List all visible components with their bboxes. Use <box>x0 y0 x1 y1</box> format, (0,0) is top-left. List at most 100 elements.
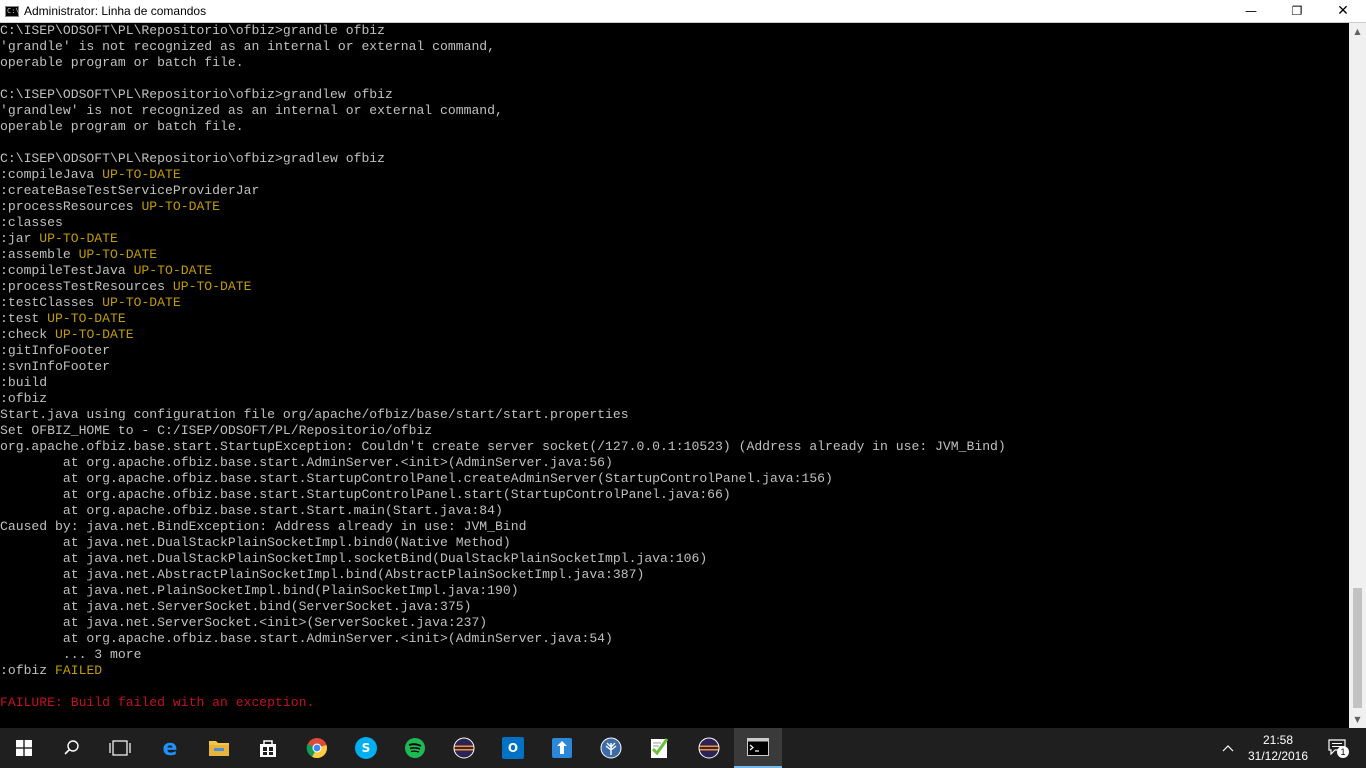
task-status: FAILED <box>55 663 103 678</box>
console-line-text: Start.java using configuration file org/… <box>0 407 629 422</box>
console-line-text: :testClasses <box>0 295 103 310</box>
taskbar-edge[interactable]: e <box>146 728 194 768</box>
close-button[interactable]: ✕ <box>1320 0 1366 23</box>
taskbar-spotify[interactable] <box>391 728 439 768</box>
task-status: UP-TO-DATE <box>47 311 126 326</box>
console-line: :gitInfoFooter <box>0 343 1349 359</box>
task-status: UP-TO-DATE <box>78 247 158 262</box>
console-line-text: org.apache.ofbiz.base.start.StartupExcep… <box>0 439 1006 454</box>
window-title: Administrator: Linha de comandos <box>24 4 207 18</box>
console-line-text: at java.net.ServerSocket.<init>(ServerSo… <box>0 615 488 630</box>
taskbar-eclipse-2[interactable] <box>685 728 733 768</box>
action-center-button[interactable]: 1 <box>1318 728 1358 768</box>
console-line-text: 'grandlew' is not recognized as an inter… <box>0 103 503 118</box>
eclipse-icon <box>453 737 475 759</box>
taskbar-chrome[interactable] <box>293 728 341 768</box>
console-line-text: Caused by: java.net.BindException: Addre… <box>0 519 527 534</box>
upload-icon <box>551 737 573 759</box>
task-status: UP-TO-DATE <box>102 167 181 182</box>
console-line-text: :ofbiz <box>0 391 48 406</box>
console-line: :assemble UP-TO-DATE <box>0 247 1349 263</box>
maximize-button[interactable]: ❐ <box>1274 0 1320 23</box>
taskbar-notepadpp[interactable] <box>636 728 684 768</box>
console-line-text: :jar <box>0 231 40 246</box>
minimize-button[interactable]: — <box>1228 0 1274 23</box>
console-line-text: C:\ISEP\ODSOFT\PL\Repositorio\ofbiz>grad… <box>0 151 386 166</box>
console-line-text: :test <box>0 311 48 326</box>
command-prompt-icon <box>747 738 769 756</box>
console-line-text: Set OFBIZ_HOME to - C:/ISEP/ODSOFT/PL/Re… <box>0 423 433 438</box>
scroll-up-icon[interactable]: ▲ <box>1349 23 1366 40</box>
console-line: at java.net.ServerSocket.<init>(ServerSo… <box>0 615 1349 631</box>
console-line-text: operable program or batch file. <box>0 119 244 134</box>
console-line: Set OFBIZ_HOME to - C:/ISEP/ODSOFT/PL/Re… <box>0 423 1349 439</box>
console-line: org.apache.ofbiz.base.start.StartupExcep… <box>0 439 1349 455</box>
console-line: Start.java using configuration file org/… <box>0 407 1349 423</box>
console-line: at java.net.DualStackPlainSocketImpl.bin… <box>0 535 1349 551</box>
console-line: at org.apache.ofbiz.base.start.Start.mai… <box>0 503 1349 519</box>
taskbar-outlook[interactable]: O <box>489 728 537 768</box>
task-status: UP-TO-DATE <box>55 327 134 342</box>
sourcetree-icon <box>600 737 622 759</box>
console-line: 'grandlew' is not recognized as an inter… <box>0 103 1349 119</box>
console-line-text: :processTestResources <box>0 279 173 294</box>
taskbar-skype[interactable]: S <box>342 728 390 768</box>
console-line: at org.apache.ofbiz.base.start.StartupCo… <box>0 487 1349 503</box>
vertical-scrollbar[interactable]: ▲ ▼ <box>1349 23 1366 728</box>
tray-overflow-chevron-icon[interactable] <box>1216 728 1240 768</box>
console-line-text: :createBaseTestServiceProviderJar <box>0 183 260 198</box>
console-line-text: 'grandle' is not recognized as an intern… <box>0 39 496 54</box>
console-line: :testClasses UP-TO-DATE <box>0 295 1349 311</box>
console-line-text: :check <box>0 327 56 342</box>
taskbar-store[interactable] <box>244 728 292 768</box>
start-button[interactable] <box>0 728 48 768</box>
console-line: C:\ISEP\ODSOFT\PL\Repositorio\ofbiz>gran… <box>0 23 1349 39</box>
console-line-text: :svnInfoFooter <box>0 359 111 374</box>
clock-date: 31/12/2016 <box>1247 749 1309 763</box>
folder-icon <box>208 739 230 757</box>
console-line-text: at org.apache.ofbiz.base.start.StartupCo… <box>0 471 833 486</box>
console-line: at java.net.PlainSocketImpl.bind(PlainSo… <box>0 583 1349 599</box>
task-view-button[interactable] <box>96 728 144 768</box>
console-line: :processTestResources UP-TO-DATE <box>0 279 1349 295</box>
console-line: :check UP-TO-DATE <box>0 327 1349 343</box>
console-line: ... 3 more <box>0 647 1349 663</box>
task-status: UP-TO-DATE <box>141 199 221 214</box>
scroll-down-icon[interactable]: ▼ <box>1349 711 1366 728</box>
console-line: :classes <box>0 215 1349 231</box>
console-line-text: at java.net.DualStackPlainSocketImpl.bin… <box>0 535 511 550</box>
console-line: :compileJava UP-TO-DATE <box>0 167 1349 183</box>
search-button[interactable] <box>48 728 96 768</box>
console-line: :createBaseTestServiceProviderJar <box>0 183 1349 199</box>
taskbar-sourcetree[interactable] <box>587 728 635 768</box>
task-status: UP-TO-DATE <box>172 279 252 294</box>
console-line: operable program or batch file. <box>0 55 1349 71</box>
task-status: UP-TO-DATE <box>39 231 118 246</box>
console-line: FAILURE: Build failed with an exception. <box>0 695 1349 711</box>
taskbar: 21:58 31/12/2016 1 e S O <box>0 728 1366 768</box>
console-line: at org.apache.ofbiz.base.start.AdminServ… <box>0 631 1349 647</box>
console-line: :test UP-TO-DATE <box>0 311 1349 327</box>
console-line: at org.apache.ofbiz.base.start.AdminServ… <box>0 455 1349 471</box>
scrollbar-thumb[interactable] <box>1353 588 1362 708</box>
console-output[interactable]: C:\ISEP\ODSOFT\PL\Repositorio\ofbiz>gran… <box>0 23 1349 728</box>
taskbar-clock[interactable]: 21:58 31/12/2016 <box>1240 732 1316 764</box>
taskbar-eclipse[interactable] <box>440 728 488 768</box>
console-line-text: :processResources <box>0 199 142 214</box>
console-line-text: at org.apache.ofbiz.base.start.Start.mai… <box>0 503 503 518</box>
console-line-text: ... 3 more <box>0 647 142 662</box>
eclipse-icon <box>698 737 720 759</box>
window-title-bar[interactable]: C:\ Administrator: Linha de comandos — ❐… <box>0 0 1366 23</box>
console-line: :processResources UP-TO-DATE <box>0 199 1349 215</box>
task-status: UP-TO-DATE <box>102 295 181 310</box>
build-failure-message: FAILURE: Build failed with an exception. <box>0 695 315 710</box>
console-line: Caused by: java.net.BindException: Addre… <box>0 519 1349 535</box>
taskbar-upload-app[interactable] <box>538 728 586 768</box>
console-line-text: :compileTestJava <box>0 263 134 278</box>
taskbar-file-explorer[interactable] <box>195 728 243 768</box>
taskbar-cmd[interactable] <box>734 728 782 768</box>
windows-logo-icon <box>16 740 32 756</box>
